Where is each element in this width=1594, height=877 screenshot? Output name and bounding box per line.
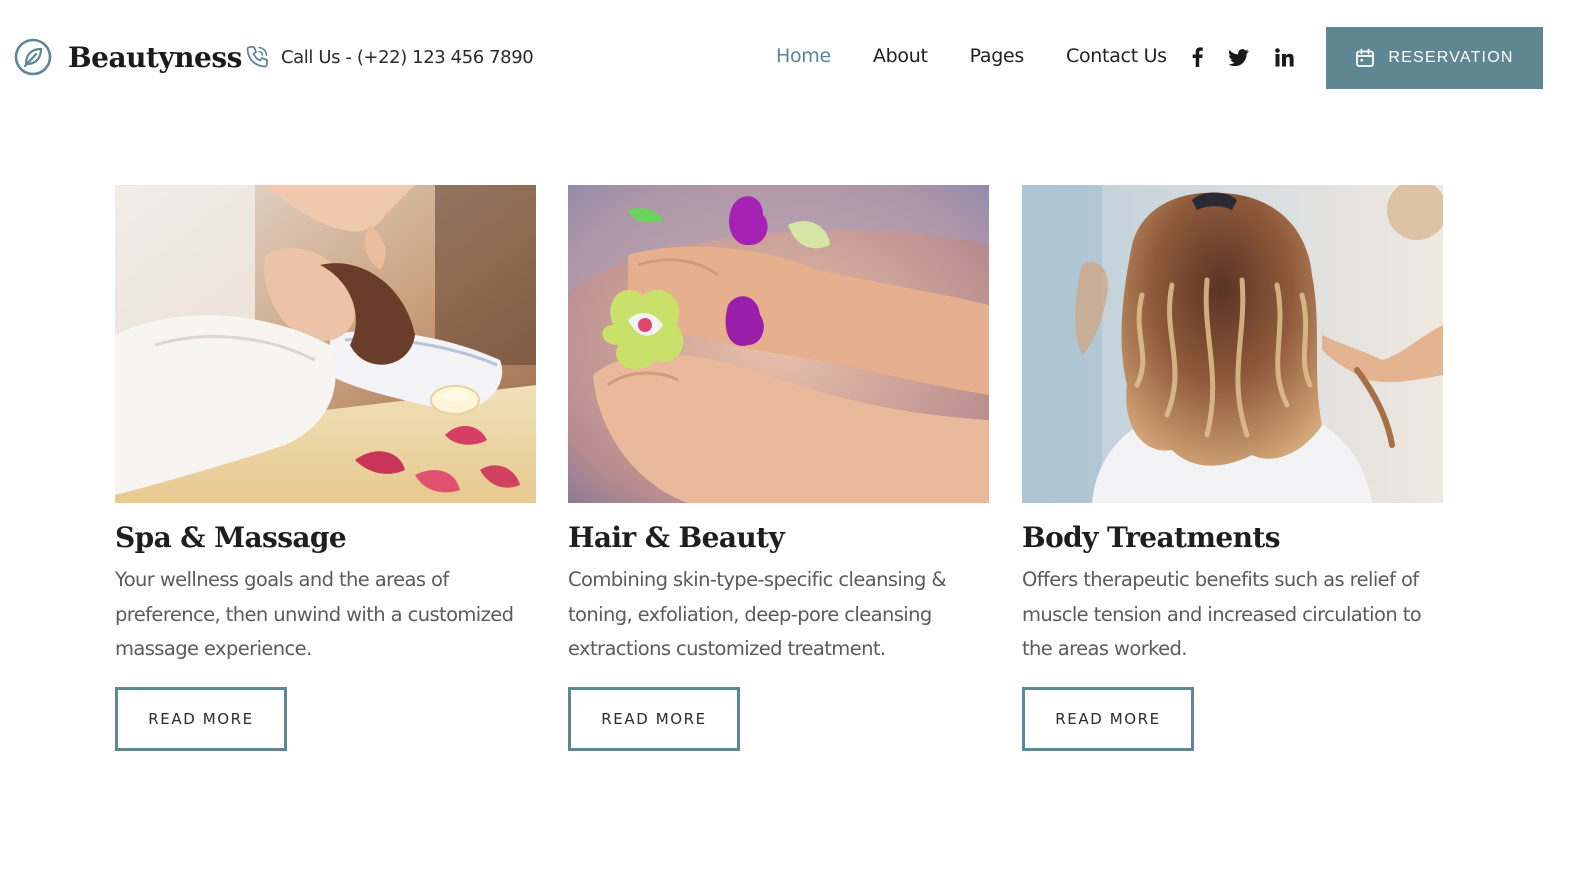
read-more-button[interactable]: READ MORE: [115, 687, 287, 751]
spa-massage-photo[interactable]: [115, 185, 536, 503]
reservation-button[interactable]: RESERVATION: [1326, 27, 1543, 89]
reservation-label: RESERVATION: [1388, 49, 1514, 66]
service-description: Combining skin-type-specific cleansing &…: [568, 568, 947, 660]
main-nav: Home About Pages Contact Us: [776, 45, 1167, 67]
linkedin-link[interactable]: [1272, 44, 1296, 70]
read-more-button[interactable]: READ MORE: [568, 687, 740, 751]
nav-home[interactable]: Home: [776, 45, 831, 67]
service-title: Body Treatments: [1022, 521, 1280, 554]
read-more-label: READ MORE: [1055, 710, 1161, 728]
service-card-spa-massage: Spa & Massage Your wellness goals and th…: [115, 185, 536, 751]
service-description: Your wellness goals and the areas of pre…: [115, 568, 514, 660]
site-header: Beautyness Call Us - (+22) 123 456 7890 …: [0, 0, 1594, 115]
brand-name: Beautyness: [68, 40, 242, 74]
curly-hair-styling-photo[interactable]: [1022, 185, 1443, 503]
calendar-icon: [1356, 48, 1375, 67]
twitter-icon: [1229, 48, 1249, 66]
call-us[interactable]: Call Us - (+22) 123 456 7890: [244, 44, 534, 70]
service-card-hair-beauty: Hair & Beauty Combining skin-type-specif…: [568, 185, 989, 751]
facebook-link[interactable]: [1186, 44, 1208, 70]
nav-pages[interactable]: Pages: [970, 45, 1025, 67]
call-us-text: Call Us - (+22) 123 456 7890: [281, 46, 534, 68]
phone-icon: [246, 46, 268, 68]
service-card-body-treatments: Body Treatments Offers therapeutic benef…: [1022, 185, 1443, 751]
read-more-label: READ MORE: [601, 710, 707, 728]
read-more-button[interactable]: READ MORE: [1022, 687, 1194, 751]
linkedin-icon: [1274, 47, 1294, 66]
nav-about[interactable]: About: [873, 45, 928, 67]
service-title: Spa & Massage: [115, 521, 347, 554]
service-title: Hair & Beauty: [568, 521, 785, 554]
brand-logo[interactable]: Beautyness: [14, 38, 242, 76]
nav-contact-us[interactable]: Contact Us: [1066, 45, 1167, 67]
facebook-icon: [1192, 47, 1203, 67]
read-more-label: READ MORE: [148, 710, 254, 728]
foot-spa-photo[interactable]: [568, 185, 989, 503]
service-description: Offers therapeutic benefits such as reli…: [1022, 568, 1422, 660]
leaf-circle-icon: [14, 38, 52, 76]
twitter-link[interactable]: [1227, 44, 1251, 70]
